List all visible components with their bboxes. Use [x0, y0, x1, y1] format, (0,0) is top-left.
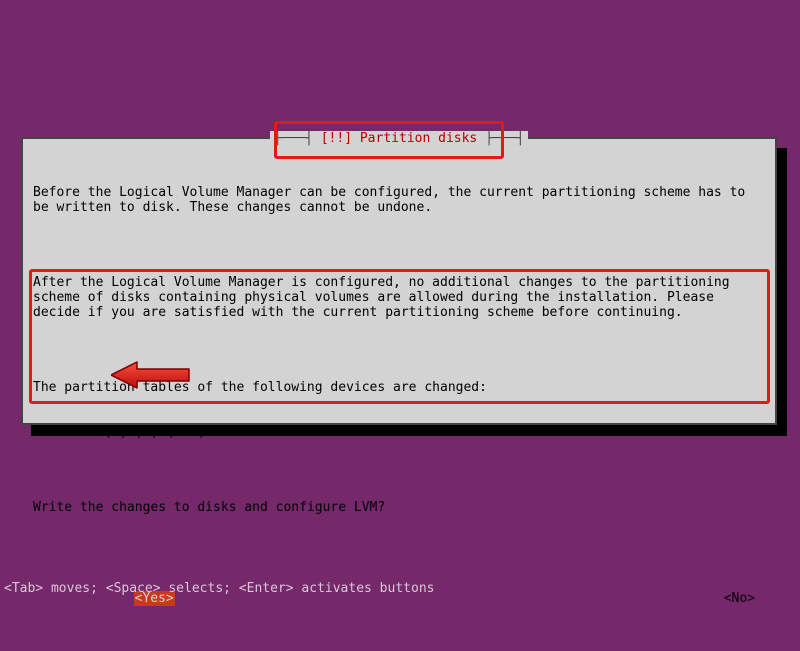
title-marker: [!!]: [321, 131, 352, 146]
confirm-question: Write the changes to disks and configure…: [33, 500, 765, 515]
title-rule-right: ├───┤: [485, 131, 524, 146]
changed-devices-intro: The partition tables of the following de…: [33, 380, 765, 395]
dialog-body: Before the Logical Volume Manager can be…: [33, 155, 765, 651]
dialog-title: Partition disks: [352, 131, 485, 146]
warning-paragraph-2: After the Logical Volume Manager is conf…: [33, 275, 765, 320]
dialog-title-bg: ├───┤ [!!] Partition disks ├───┤: [270, 131, 528, 146]
no-button[interactable]: <No>: [724, 591, 755, 606]
partition-disks-dialog: ├───┤ [!!] Partition disks ├───┤ Before …: [21, 137, 777, 425]
title-rule-left: ├───┤: [274, 131, 321, 146]
dialog-title-row: ├───┤ [!!] Partition disks ├───┤: [23, 131, 775, 146]
keyboard-hints: <Tab> moves; <Space> selects; <Enter> ac…: [4, 581, 434, 596]
changed-device: SCSI1 (0,0,0) (sda): [33, 425, 765, 440]
warning-paragraph-1: Before the Logical Volume Manager can be…: [33, 185, 765, 215]
